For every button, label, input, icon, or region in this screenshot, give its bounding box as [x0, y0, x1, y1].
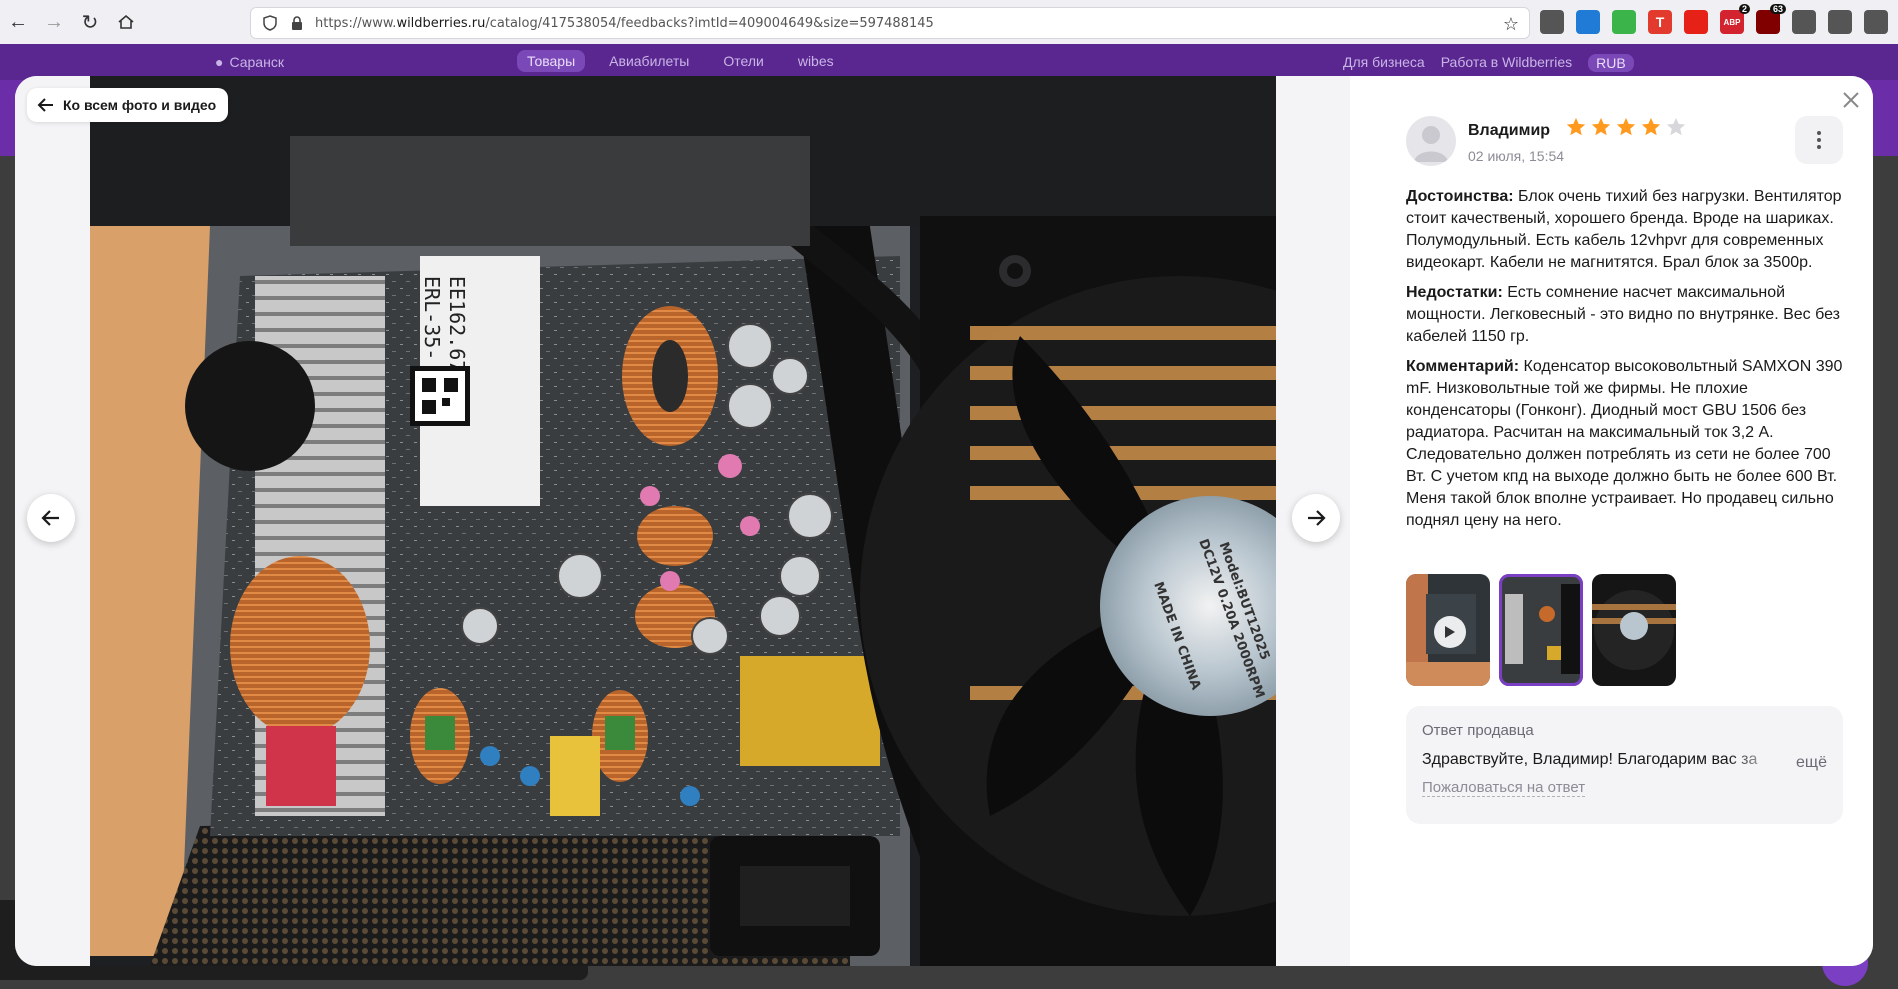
star-icon: [1666, 117, 1685, 136]
star-icon: [1591, 117, 1610, 136]
lock-icon[interactable]: [289, 15, 305, 31]
review-author: Владимир 02 июля, 15:54: [1406, 116, 1687, 166]
adblock-ext-icon[interactable]: ABP 2: [1720, 4, 1750, 34]
author-name[interactable]: Владимир: [1468, 122, 1550, 139]
psu-photo-illustration: EE162.67 ERL-35- Model:BUT12025 DC12V 0.…: [90, 76, 1276, 966]
site-top-strip: ● Саранск Товары Авиабилеты Отели wibes Для…: [0, 44, 1898, 80]
thumbnail-photo[interactable]: [1592, 574, 1676, 686]
media-thumbnails: [1406, 574, 1676, 686]
site-right-links: Для бизнеса Работа в Wildberries RUB: [1343, 54, 1634, 72]
extension-label: ABP: [1723, 17, 1741, 27]
extension-label: T: [1655, 14, 1665, 30]
ublock-ext-icon[interactable]: 63: [1756, 4, 1786, 34]
bookmark-star-icon[interactable]: ☆: [1503, 14, 1519, 35]
avatar: [1406, 116, 1456, 166]
site-tab[interactable]: Товары: [517, 50, 586, 72]
city-selector[interactable]: ● Саранск: [215, 54, 284, 70]
arrow-right-icon: [1308, 510, 1326, 526]
site-tab[interactable]: wibes: [788, 50, 844, 72]
back-label: Ко всем фото и видео: [63, 97, 217, 113]
transformer-label-2: ERL-35-: [420, 276, 444, 360]
history-icon[interactable]: [1540, 10, 1564, 34]
share-icon[interactable]: [1864, 10, 1888, 34]
play-icon: [1434, 616, 1466, 648]
comment-label: Комментарий:: [1406, 358, 1520, 375]
forward-nav-icon[interactable]: →: [36, 4, 72, 40]
review-cons: Недостатки: Есть сомнение насчет максима…: [1406, 282, 1846, 348]
site-tabs: Товары Авиабилеты Отели wibes: [517, 50, 844, 72]
transformer-label-1: EE162.67: [445, 276, 469, 372]
edge-ext-icon[interactable]: [1576, 10, 1600, 34]
comment-text: Коденсатор высоковольтный SAMXON 390 mF.…: [1406, 358, 1843, 529]
pros-label: Достоинства:: [1406, 188, 1514, 205]
review-comment: Комментарий: Коденсатор высоковольтный S…: [1406, 356, 1846, 532]
extensions-toolbar: T ABP 2 63: [1540, 4, 1898, 34]
star-icon: [1641, 117, 1660, 136]
youtube-ext-icon[interactable]: [1684, 10, 1708, 34]
next-photo-button[interactable]: [1292, 494, 1340, 542]
business-link[interactable]: Для бизнеса: [1343, 54, 1425, 72]
extension-badge: 2: [1738, 4, 1750, 14]
browser-toolbar: ← → ↻ https://www.wildberries.ru/catalog…: [0, 0, 1898, 44]
review-date: 02 июля, 15:54: [1468, 148, 1565, 164]
address-bar[interactable]: https://www.wildberries.ru/catalog/41753…: [250, 7, 1530, 39]
star-icon: [1616, 117, 1635, 136]
review-media-modal: EE162.67 ERL-35- Model:BUT12025 DC12V 0.…: [15, 76, 1873, 966]
currency-selector[interactable]: RUB: [1588, 54, 1634, 72]
arrow-left-icon: [41, 510, 59, 526]
site-tab[interactable]: Отели: [713, 50, 773, 72]
site-tab[interactable]: Авиабилеты: [599, 50, 699, 72]
jobs-link[interactable]: Работа в Wildberries: [1441, 54, 1572, 72]
prev-photo-button[interactable]: [27, 494, 75, 542]
translate-ext-icon[interactable]: T: [1648, 10, 1672, 34]
seller-reply-title: Ответ продавца: [1422, 722, 1534, 739]
location-pin-icon: ●: [215, 54, 224, 70]
review-pros: Достоинства: Блок очень тихий без нагруз…: [1406, 186, 1846, 274]
back-to-media-button[interactable]: Ко всем фото и видео: [27, 88, 229, 122]
home-icon[interactable]: [108, 4, 144, 40]
reload-icon[interactable]: ↻: [72, 4, 108, 40]
thumbnail-video[interactable]: [1406, 574, 1490, 686]
puzzle-ext-icon[interactable]: [1792, 10, 1816, 34]
review-photo: EE162.67 ERL-35- Model:BUT12025 DC12V 0.…: [90, 76, 1276, 966]
review-text: Достоинства: Блок очень тихий без нагруз…: [1406, 186, 1846, 540]
review-panel: Владимир 02 июля, 15:54 Достоинства: Бло…: [1350, 76, 1873, 966]
extensions-icon[interactable]: [1828, 10, 1852, 34]
seller-reply-more[interactable]: ещё: [1796, 754, 1827, 772]
rating-stars: [1565, 116, 1687, 138]
shield-icon[interactable]: [261, 14, 279, 32]
star-icon: [1566, 117, 1585, 136]
kebab-icon: [1817, 131, 1821, 149]
extension-badge: 63: [1769, 4, 1786, 14]
complain-link[interactable]: Пожаловаться на ответ: [1422, 779, 1586, 797]
arrow-left-icon: [37, 98, 53, 112]
back-nav-icon[interactable]: ←: [0, 4, 36, 40]
more-options-button[interactable]: [1795, 116, 1843, 164]
download-ext-icon[interactable]: [1612, 10, 1636, 34]
city-label: Саранск: [229, 54, 284, 70]
seller-reply: Ответ продавца Здравствуйте, Владимир! Б…: [1406, 706, 1843, 824]
cons-label: Недостатки:: [1406, 284, 1503, 301]
url-text: https://www.wildberries.ru/catalog/41753…: [315, 15, 934, 31]
close-icon[interactable]: [1839, 88, 1863, 112]
thumbnail-photo-selected[interactable]: [1499, 574, 1583, 686]
photo-viewer: EE162.67 ERL-35- Model:BUT12025 DC12V 0.…: [15, 76, 1350, 966]
seller-reply-text: Здравствуйте, Владимир! Благодарим вас з…: [1422, 751, 1758, 768]
